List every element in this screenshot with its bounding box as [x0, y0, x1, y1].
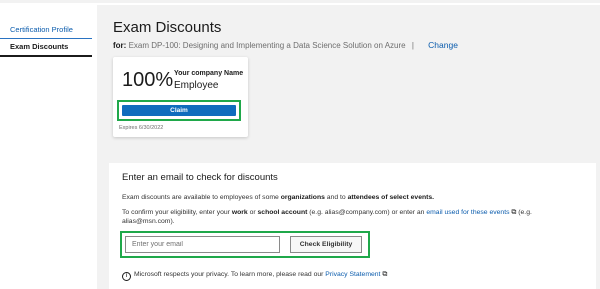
privacy-statement-link[interactable]: Privacy Statement — [325, 271, 380, 278]
sidebar: Certification Profile Exam Discounts — [0, 22, 92, 57]
email-input[interactable] — [125, 236, 280, 253]
claim-highlight: Claim — [117, 100, 241, 121]
main-content: Exam Discounts for: Exam DP-100: Designi… — [97, 5, 600, 289]
discount-percent: 100% — [122, 69, 174, 91]
eligibility-instructions: To confirm your eligibility, enter your … — [122, 209, 532, 225]
page-title: Exam Discounts — [113, 19, 222, 36]
company-name: Your company Name — [174, 70, 244, 77]
for-label: for: — [113, 41, 127, 50]
sidebar-item-certification-profile[interactable]: Certification Profile — [0, 22, 92, 39]
check-eligibility-button[interactable]: Check Eligibility — [290, 236, 362, 253]
eligibility-group: Employee — [174, 80, 219, 91]
email-check-panel: Enter an email to check for discounts Ex… — [109, 163, 596, 289]
change-link[interactable]: Change — [428, 40, 458, 50]
expiry-date: Expires 6/30/2022 — [119, 125, 164, 131]
discount-card: 100% Your company Name Employee Claim Ex… — [113, 57, 248, 137]
claim-button[interactable]: Claim — [122, 105, 236, 116]
external-link-icon: ⧉ — [382, 271, 388, 278]
sidebar-item-exam-discounts[interactable]: Exam Discounts — [0, 39, 92, 57]
info-icon: i — [122, 272, 131, 281]
exam-line: for: Exam DP-100: Designing and Implemen… — [113, 40, 458, 50]
email-form-highlight: Check Eligibility — [120, 231, 370, 258]
discount-info-text: Exam discounts are available to employee… — [122, 194, 435, 201]
events-email-link[interactable]: email used for these events — [426, 209, 509, 216]
privacy-note: i Microsoft respects your privacy. To lea… — [122, 271, 387, 281]
separator: | — [411, 41, 414, 50]
organizations-text: organizations — [280, 194, 325, 201]
exam-name: Exam DP-100: Designing and Implementing … — [128, 41, 406, 50]
top-divider — [0, 0, 600, 3]
event-attendees-text: attendees of select events. — [347, 194, 435, 201]
panel-title: Enter an email to check for discounts — [122, 172, 278, 183]
